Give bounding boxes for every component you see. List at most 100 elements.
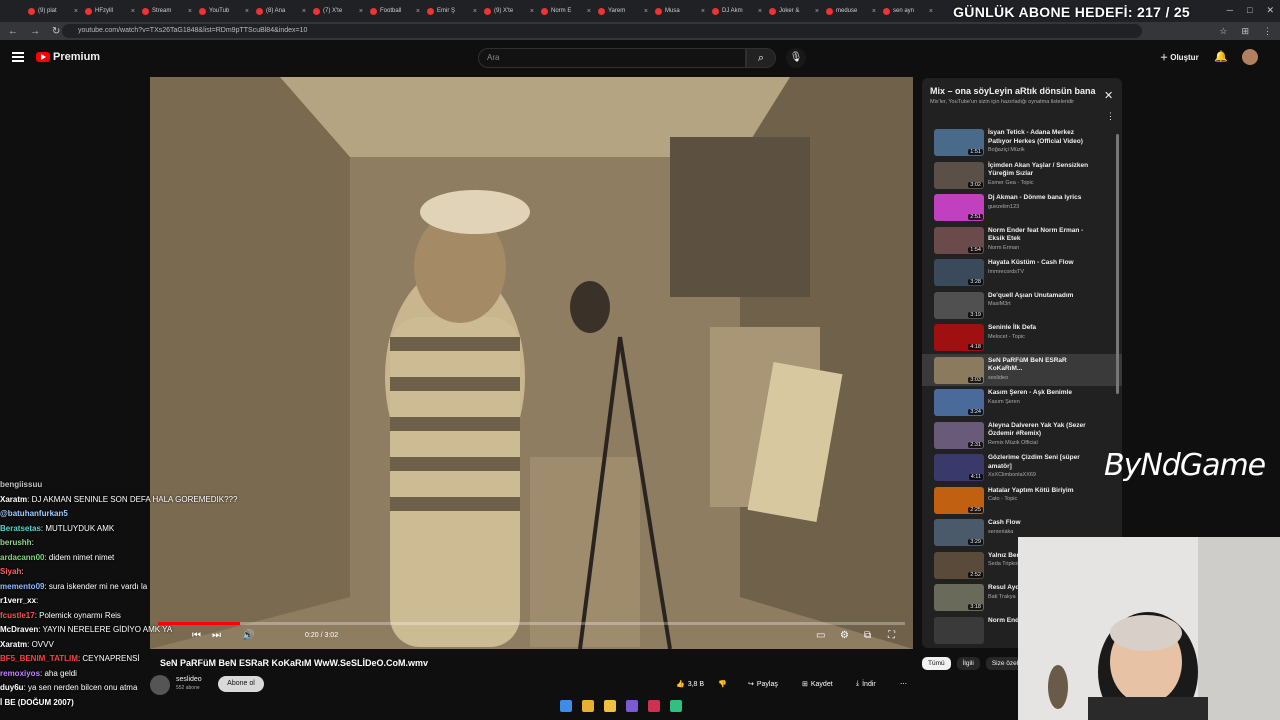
forward-icon[interactable]: → bbox=[30, 26, 40, 37]
browser-tab[interactable]: sen ayn × bbox=[883, 2, 933, 20]
minimize-icon[interactable]: ─ bbox=[1227, 5, 1233, 16]
tab-close-icon[interactable]: × bbox=[929, 8, 933, 15]
browser-tab[interactable]: DJ Akm × bbox=[712, 2, 762, 20]
tab-favicon-icon bbox=[142, 7, 149, 15]
tab-close-icon[interactable]: × bbox=[644, 8, 648, 15]
like-button[interactable]: 👍 3,8 B bbox=[676, 676, 704, 692]
filter-chip[interactable]: İlgili bbox=[956, 657, 980, 670]
notifications-icon[interactable]: 🔔 bbox=[1214, 50, 1228, 63]
microphone-icon[interactable]: 🎙 bbox=[786, 48, 806, 68]
tab-close-icon[interactable]: × bbox=[188, 8, 192, 15]
playlist-item[interactable]: 3:02 İçimden Akan Yaşlar / Sensizken Yüre… bbox=[922, 159, 1122, 192]
video-thumbnail: 3:03 bbox=[934, 356, 984, 384]
extensions-icon[interactable]: ⊞ bbox=[1241, 26, 1249, 37]
browser-tab[interactable]: (7) X'te × bbox=[313, 2, 363, 20]
playlist-item[interactable]: 2:51 Dj Akman - Dönme bana lyrics guezelim… bbox=[922, 191, 1122, 224]
tab-close-icon[interactable]: × bbox=[416, 8, 420, 15]
browser-tab[interactable]: Emir Ş × bbox=[427, 2, 477, 20]
share-button[interactable]: ↪ Paylaş bbox=[748, 676, 778, 692]
more-actions-icon[interactable]: ⋯ bbox=[900, 676, 907, 692]
tab-close-icon[interactable]: × bbox=[815, 8, 819, 15]
tab-close-icon[interactable]: × bbox=[359, 8, 363, 15]
search-icon[interactable]: ⌕ bbox=[746, 48, 776, 68]
tab-close-icon[interactable]: × bbox=[587, 8, 591, 15]
browser-tab[interactable]: Joker & × bbox=[769, 2, 819, 20]
duration-badge: 3:28 bbox=[968, 279, 983, 285]
chrome-icon[interactable] bbox=[582, 700, 594, 712]
bookmark-icon[interactable]: ☆ bbox=[1219, 26, 1227, 37]
playlist-item[interactable]: 3:28 Hayata Küstüm - Cash Flow ImmrecordsT… bbox=[922, 256, 1122, 289]
tab-close-icon[interactable]: × bbox=[245, 8, 249, 15]
playlist-item[interactable]: 3:19 De'quell Aşıan Unutamadım MaxiM3rt bbox=[922, 289, 1122, 322]
tab-close-icon[interactable]: × bbox=[302, 8, 306, 15]
browser-tab[interactable]: YouTub × bbox=[199, 2, 249, 20]
tab-close-icon[interactable]: × bbox=[530, 8, 534, 15]
browser-tab[interactable]: Football × bbox=[370, 2, 420, 20]
browser-tab[interactable]: (9) plat × bbox=[28, 2, 78, 20]
share-label: Paylaş bbox=[756, 680, 778, 688]
miniplayer-icon[interactable]: ⧉ bbox=[864, 630, 871, 641]
browser-tab[interactable]: (8) Ana × bbox=[256, 2, 306, 20]
video-thumbnail: 4:11 bbox=[934, 454, 984, 481]
app-icon[interactable] bbox=[670, 700, 682, 712]
create-button[interactable]: ＋ Oluştur bbox=[1160, 52, 1199, 63]
close-window-icon[interactable]: ✕ bbox=[1266, 5, 1274, 16]
tab-favicon-icon bbox=[826, 7, 833, 15]
browser-tab[interactable]: Musa × bbox=[655, 2, 705, 20]
browser-tab[interactable]: Norm E × bbox=[541, 2, 591, 20]
mix-subtitle: Mix'ler, YouTube'un sizin için hazırladı… bbox=[930, 99, 1075, 105]
search-input[interactable]: Ara bbox=[478, 48, 746, 68]
browser-tab[interactable]: HFzylll × bbox=[85, 2, 135, 20]
account-avatar[interactable] bbox=[1242, 49, 1258, 65]
download-button[interactable]: ⤓ İndir bbox=[856, 676, 876, 692]
create-label: Oluştur bbox=[1170, 53, 1199, 62]
url-field[interactable]: youtube.com/watch?v=TXs26TaG1848&list=RD… bbox=[62, 24, 1142, 38]
save-button[interactable]: ⊞ Kaydet bbox=[802, 676, 833, 692]
maximize-icon[interactable]: □ bbox=[1247, 5, 1252, 16]
browser-tab[interactable]: Stream × bbox=[142, 2, 192, 20]
tab-label: (7) X'te bbox=[323, 8, 343, 14]
subtitles-icon[interactable]: ▭ bbox=[816, 630, 825, 641]
dislike-button[interactable]: 👎 bbox=[718, 676, 727, 692]
playlist-item[interactable]: 2:25 Hatalar Yaptım Kötü Biriyim Cato - To… bbox=[922, 484, 1122, 517]
tab-close-icon[interactable]: × bbox=[872, 8, 876, 15]
duration-badge: 2:31 bbox=[968, 441, 983, 448]
playlist-item-artist: ImmrecordsTV bbox=[988, 268, 1025, 275]
x-app-icon[interactable] bbox=[648, 700, 660, 712]
discord-icon[interactable] bbox=[626, 700, 638, 712]
playlist-item[interactable]: 2:31 Aleyna Dalveren Yak Yak (Sezer Özdem… bbox=[922, 419, 1122, 452]
filter-chip[interactable]: Tümü bbox=[922, 657, 951, 670]
playlist-item[interactable]: 3:03 SeN PaRFüM BeN ESRaR KoKaRıM... sesli… bbox=[922, 353, 1122, 386]
browser-menu-icon[interactable]: ⋮ bbox=[1263, 26, 1272, 37]
chat-username: Beratsetas bbox=[0, 523, 41, 533]
browser-tab[interactable]: (9) X'te × bbox=[484, 2, 534, 20]
time-display: 0:20 / 3:02 bbox=[305, 632, 339, 639]
browser-tab[interactable]: Yarem × bbox=[598, 2, 648, 20]
playlist-item-title: İçimden Akan Yaşlar / Sensizken Yüreğim … bbox=[988, 161, 1089, 178]
browser-tab[interactable]: meduse × bbox=[826, 2, 876, 20]
back-icon[interactable]: ← bbox=[8, 26, 18, 37]
tab-close-icon[interactable]: × bbox=[473, 8, 477, 15]
fullscreen-icon[interactable]: ⛶ bbox=[888, 630, 895, 641]
settings-icon[interactable]: ⚙ bbox=[840, 630, 849, 641]
chat-text: : bbox=[31, 538, 34, 547]
reload-icon[interactable]: ↻ bbox=[52, 26, 60, 37]
tab-close-icon[interactable]: × bbox=[701, 8, 705, 15]
filter-chips: Tümü İlgili Size özel bbox=[922, 657, 1025, 670]
playlist-item[interactable]: 1:54 Norm Ender feat Norm Erman - Eksik E… bbox=[922, 224, 1122, 257]
file-explorer-icon[interactable] bbox=[604, 700, 616, 712]
tab-close-icon[interactable]: × bbox=[758, 8, 762, 15]
mix-more-icon[interactable]: ⋮ bbox=[1106, 111, 1115, 122]
playlist-item[interactable]: 4:11 Gözlerime Çizdim Seni [süper amatör]… bbox=[922, 451, 1122, 484]
tab-close-icon[interactable]: × bbox=[74, 8, 78, 15]
playlist-item[interactable]: 1:51 İsyan Tetick - Adana Merkez Patlıyor… bbox=[922, 126, 1122, 159]
hamburger-menu-icon[interactable] bbox=[12, 52, 24, 62]
playlist-item[interactable]: 4:18 Seninle İlk Defa Melocet - Topic bbox=[922, 321, 1122, 354]
tab-close-icon[interactable]: × bbox=[131, 8, 135, 15]
tab-favicon-icon bbox=[883, 7, 890, 15]
youtube-logo[interactable]: Premium bbox=[36, 51, 100, 63]
playlist-item[interactable]: 3:24 Kasım Şeren - Aşk Benimle Kasım Şeren bbox=[922, 386, 1122, 419]
close-icon[interactable]: ✕ bbox=[1104, 89, 1113, 102]
mix-scrollbar[interactable] bbox=[1116, 134, 1119, 394]
start-icon[interactable] bbox=[560, 700, 572, 712]
